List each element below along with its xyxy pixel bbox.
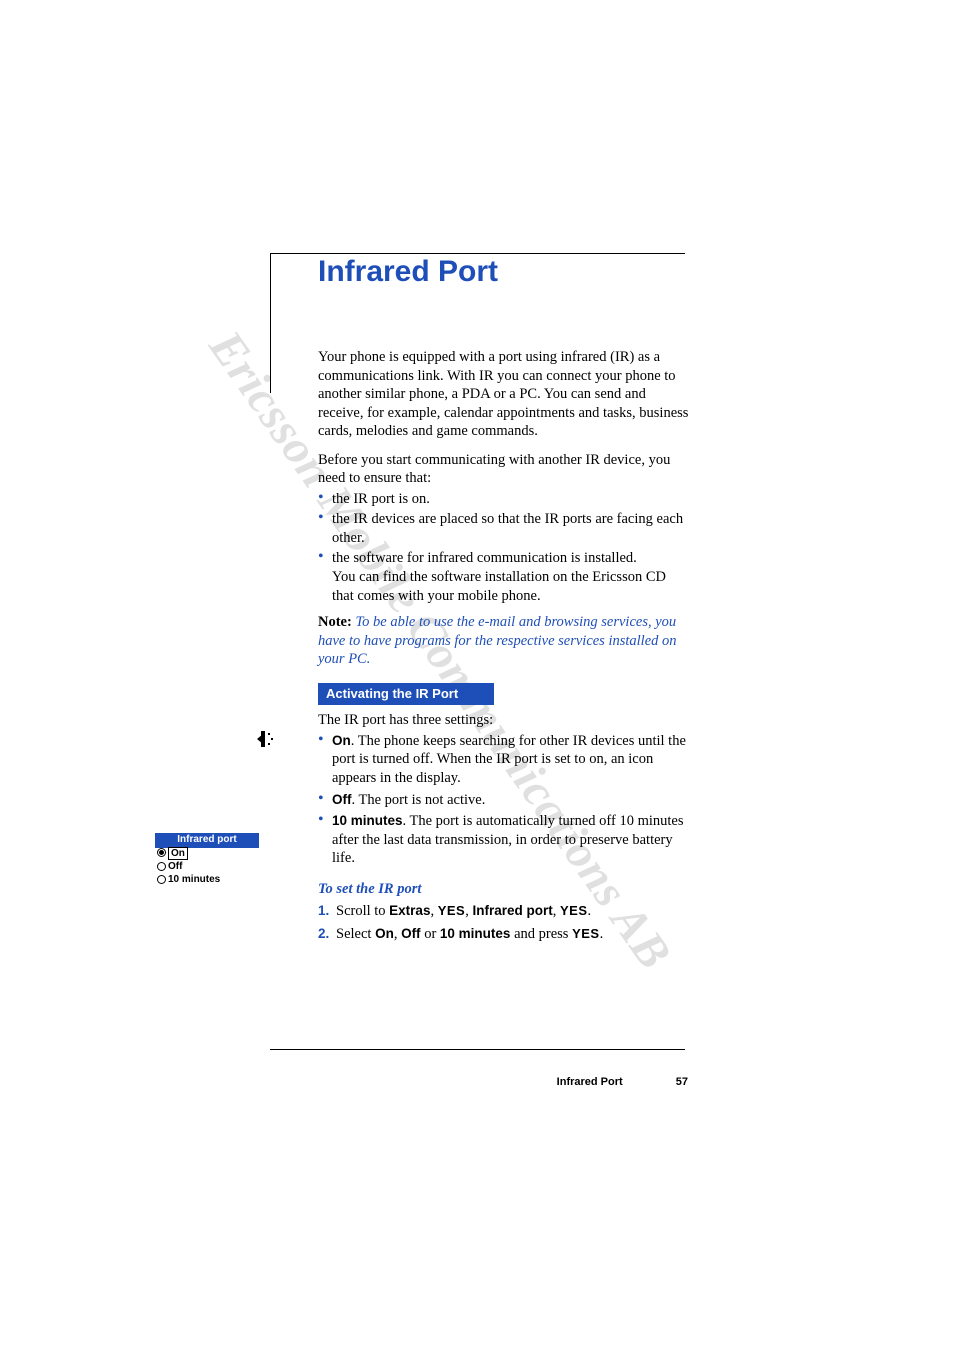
- list-item: the IR port is on.: [318, 490, 690, 509]
- step-text: Scroll to: [336, 903, 389, 919]
- step-number: 2.: [318, 925, 329, 942]
- option-name: 10 minutes: [440, 926, 511, 941]
- list-item: the IR devices are placed so that the IR…: [318, 510, 690, 547]
- key-yes: YES: [438, 903, 466, 918]
- page-footer: Infrared Port 57: [318, 1076, 688, 1088]
- rule-top: [270, 253, 685, 254]
- list-item-text: You can find the software installation o…: [332, 569, 666, 604]
- step-text: Select: [336, 926, 375, 942]
- menu-name: Infrared port: [472, 903, 552, 918]
- phone-option-off: Off: [155, 861, 259, 874]
- list-item: Off. The port is not active.: [318, 791, 690, 810]
- list-item: 10 minutes. The port is automatically tu…: [318, 812, 690, 868]
- radio-selected-icon: [157, 848, 166, 857]
- prerequisite-list: the IR port is on. the IR devices are pl…: [318, 490, 690, 605]
- page: Ericsson Mobile Communications AB Infrar…: [0, 0, 954, 1351]
- step-item: 2. Select On, Off or 10 minutes and pres…: [318, 925, 690, 944]
- option-name: On: [375, 926, 394, 941]
- rule-left: [270, 253, 271, 393]
- footer-title: Infrared Port: [557, 1076, 623, 1088]
- list-item: On. The phone keeps searching for other …: [318, 732, 690, 788]
- phone-option-ten: 10 minutes: [155, 874, 259, 887]
- section-heading-bar: Activating the IR Port: [318, 683, 494, 706]
- phone-screen-preview: Infrared port On Off 10 minutes: [155, 833, 259, 888]
- phone-option-on: On: [155, 848, 259, 861]
- option-text: . The phone keeps searching for other IR…: [332, 733, 686, 786]
- option-label-off: Off: [332, 792, 352, 807]
- page-title: Infrared Port: [318, 255, 498, 289]
- list-item: the software for infrared communication …: [318, 549, 690, 605]
- phone-screen-title: Infrared port: [155, 833, 259, 848]
- radio-icon: [157, 875, 166, 884]
- rule-bottom: [270, 1049, 685, 1050]
- radio-icon: [157, 862, 166, 871]
- option-name: Off: [401, 926, 421, 941]
- key-yes: YES: [572, 926, 600, 941]
- phone-option-off-label: Off: [168, 861, 182, 872]
- note-label: Note:: [318, 614, 352, 630]
- option-text: . The port is not active.: [352, 792, 486, 808]
- intro-paragraph-1: Your phone is equipped with a port using…: [318, 348, 690, 441]
- phone-option-ten-label: 10 minutes: [168, 874, 220, 885]
- page-number: 57: [676, 1076, 688, 1088]
- infrared-icon: [257, 730, 275, 748]
- step-item: 1. Scroll to Extras, YES, Infrared port,…: [318, 902, 690, 921]
- key-yes: YES: [560, 903, 588, 918]
- list-item-text: the software for infrared communication …: [332, 550, 637, 566]
- body-column: Your phone is equipped with a port using…: [318, 348, 690, 947]
- intro-paragraph-2: Before you start communicating with anot…: [318, 451, 690, 488]
- note-block: Note: To be able to use the e-mail and b…: [318, 613, 690, 669]
- option-label-on: On: [332, 733, 351, 748]
- note-text: To be able to use the e-mail and browsin…: [318, 614, 677, 667]
- procedure-steps: 1. Scroll to Extras, YES, Infrared port,…: [318, 902, 690, 943]
- settings-intro: The IR port has three settings:: [318, 711, 690, 730]
- step-number: 1.: [318, 902, 329, 919]
- procedure-heading: To set the IR port: [318, 880, 690, 899]
- menu-name: Extras: [389, 903, 430, 918]
- phone-option-on-label: On: [168, 847, 188, 860]
- option-label-ten: 10 minutes: [332, 813, 403, 828]
- settings-list: On. The phone keeps searching for other …: [318, 732, 690, 868]
